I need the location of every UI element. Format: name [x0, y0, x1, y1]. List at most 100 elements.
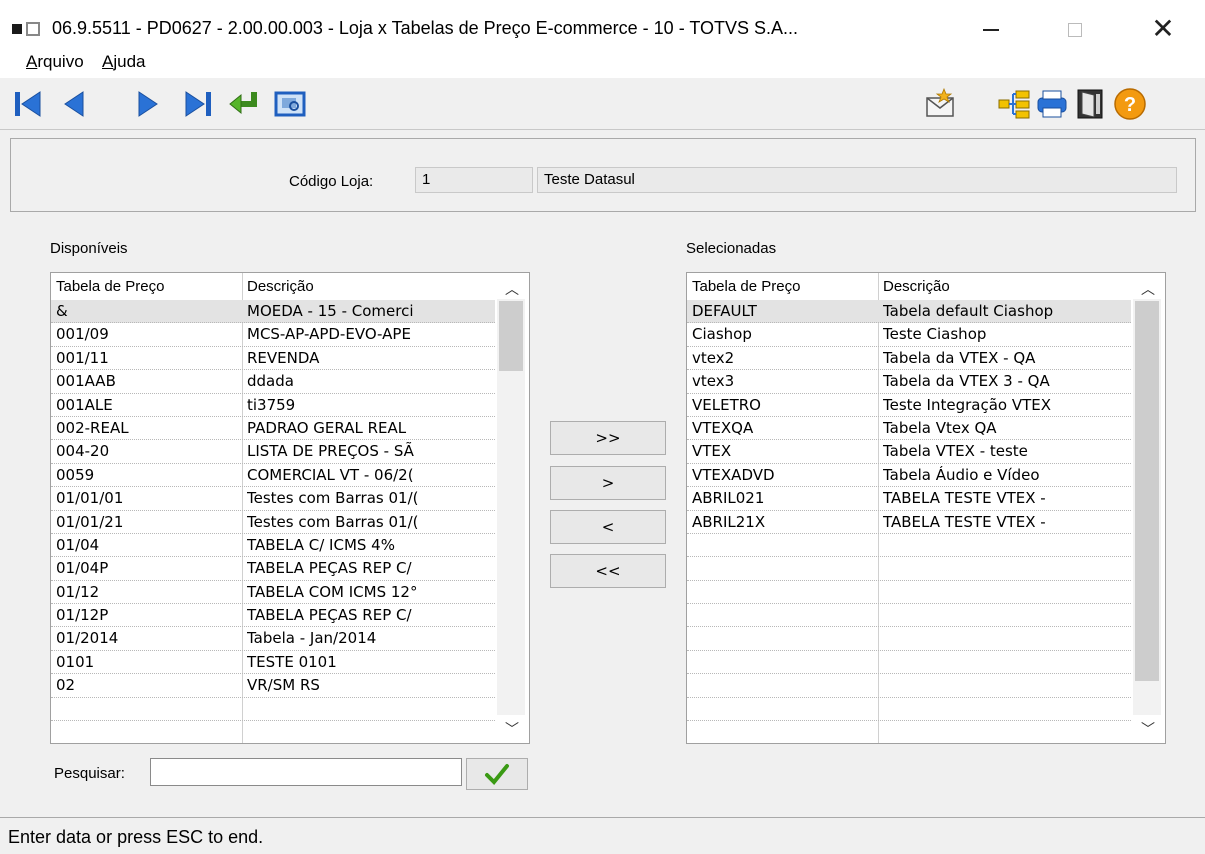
remove-all-button[interactable]: <<	[550, 554, 666, 588]
scroll-thumb[interactable]	[499, 301, 523, 371]
scroll-up-icon[interactable]: ︿	[1131, 277, 1165, 301]
cell-descricao: Tabela VTEX - teste	[883, 442, 1028, 461]
table-row[interactable]: 02 VR/SM RS	[51, 674, 529, 698]
selecionadas-grid[interactable]: Tabela de Preço Descrição DEFAULT Tabela …	[686, 272, 1166, 744]
maximize-button[interactable]	[1052, 10, 1098, 48]
table-row[interactable]: ABRIL21X TABELA TESTE VTEX -	[687, 511, 1165, 534]
col-descricao-header[interactable]: Descrição	[883, 278, 1133, 295]
add-button[interactable]: >	[550, 466, 666, 500]
table-row[interactable]: vtex3 Tabela da VTEX 3 - QA	[687, 370, 1165, 394]
table-row[interactable]: 01/01/21 Testes com Barras 01/(	[51, 511, 529, 534]
table-row[interactable]	[687, 581, 1165, 605]
table-row[interactable]: 001ALE ti3759	[51, 394, 529, 417]
disponiveis-header: Tabela de Preço Descrição	[51, 273, 529, 299]
loja-descricao-field: Teste Datasul	[537, 167, 1177, 193]
col-tabela-header[interactable]: Tabela de Preço	[56, 278, 164, 295]
selecionadas-scrollbar[interactable]: ︿ ﹀	[1131, 273, 1165, 743]
table-row[interactable]: VTEXADVD Tabela Áudio e Vídeo	[687, 464, 1165, 488]
confirm-search-button[interactable]	[466, 758, 528, 790]
menu-ajuda[interactable]: Ajuda	[102, 52, 145, 72]
table-row[interactable]: 0059 COMERCIAL VT - 06/2(	[51, 464, 529, 488]
table-row[interactable]	[687, 534, 1165, 558]
mail-icon[interactable]	[922, 86, 958, 122]
disponiveis-scrollbar[interactable]: ︿ ﹀	[495, 273, 529, 743]
last-record-icon[interactable]	[180, 86, 216, 122]
help-icon[interactable]: ?	[1112, 86, 1148, 122]
exit-door-icon[interactable]	[1072, 86, 1108, 122]
cell-tabela: ABRIL021	[692, 489, 765, 508]
selecionadas-rows: DEFAULT Tabela default Ciashop Ciashop Test…	[687, 300, 1165, 722]
cell-tabela: 0101	[56, 652, 95, 671]
cell-tabela: 004-20	[56, 442, 110, 461]
table-row[interactable]: DEFAULT Tabela default Ciashop	[687, 300, 1165, 324]
go-to-icon[interactable]	[226, 86, 262, 122]
cell-descricao: TABELA TESTE VTEX -	[883, 489, 1046, 508]
menu-arquivo-mnemonic: A	[26, 52, 38, 71]
table-row[interactable]	[687, 674, 1165, 698]
print-icon[interactable]	[1034, 86, 1070, 122]
cell-descricao: PADRAO GERAL REAL	[247, 418, 407, 437]
table-row[interactable]	[687, 698, 1165, 722]
col-tabela-header[interactable]: Tabela de Preço	[692, 278, 800, 295]
col-descricao-header[interactable]: Descrição	[247, 278, 497, 295]
table-row[interactable]	[687, 627, 1165, 651]
pesquisar-input[interactable]	[150, 758, 462, 786]
table-row[interactable]: 001/11 REVENDA	[51, 347, 529, 371]
scroll-up-icon[interactable]: ︿	[495, 277, 529, 301]
cell-tabela: VELETRO	[692, 395, 761, 414]
status-text: Enter data or press ESC to end.	[8, 827, 264, 847]
cell-descricao: TABELA COM ICMS 12°	[247, 582, 418, 601]
table-row[interactable]: 002-REAL PADRAO GERAL REAL	[51, 417, 529, 441]
close-button[interactable]: ✕	[1140, 10, 1186, 48]
table-row[interactable]: 01/04P TABELA PEÇAS REP C/	[51, 557, 529, 581]
cell-descricao: LISTA DE PREÇOS - SÃ	[247, 442, 414, 461]
menu-arquivo[interactable]: Arquivo	[26, 52, 84, 72]
table-row[interactable]: 01/12 TABELA COM ICMS 12°	[51, 581, 529, 605]
table-row[interactable]: 004-20 LISTA DE PREÇOS - SÃ	[51, 440, 529, 464]
table-row[interactable]: VELETRO Teste Integração VTEX	[687, 394, 1165, 417]
table-row[interactable]: Ciashop Teste Ciashop	[687, 323, 1165, 347]
cell-tabela: 01/12	[56, 582, 100, 601]
next-record-icon[interactable]	[130, 86, 166, 122]
table-row[interactable]: 01/2014 Tabela - Jan/2014	[51, 627, 529, 651]
add-all-button[interactable]: >>	[550, 421, 666, 455]
table-row[interactable]: 001/09 MCS-AP-APD-EVO-APE	[51, 323, 529, 347]
window-title: 06.9.5511 - PD0627 - 2.00.00.003 - Loja …	[52, 18, 799, 38]
table-row[interactable]: VTEXQA Tabela Vtex QA	[687, 417, 1165, 441]
cell-tabela: 001ALE	[56, 395, 113, 414]
cell-descricao: Tabela default Ciashop	[883, 302, 1054, 320]
cell-tabela: Ciashop	[692, 325, 752, 344]
scroll-thumb[interactable]	[1135, 301, 1159, 681]
cell-tabela: 01/2014	[56, 629, 119, 648]
table-row[interactable]	[687, 604, 1165, 628]
prev-record-icon[interactable]	[56, 86, 92, 122]
cell-descricao: Testes com Barras 01/(	[247, 489, 419, 508]
cell-tabela: DEFAULT	[692, 302, 757, 320]
disponiveis-grid[interactable]: Tabela de Preço Descrição & MOEDA - 15 - …	[50, 272, 530, 744]
first-record-icon[interactable]	[10, 86, 46, 122]
minimize-button[interactable]	[968, 10, 1014, 48]
remove-button[interactable]: <	[550, 510, 666, 544]
table-row[interactable]	[51, 698, 529, 722]
table-row[interactable]	[687, 651, 1165, 675]
table-row[interactable]: VTEX Tabela VTEX - teste	[687, 440, 1165, 464]
cell-descricao: TABELA PEÇAS REP C/	[247, 606, 412, 625]
table-row[interactable]: 001AAB ddada	[51, 370, 529, 394]
table-row[interactable]: 01/01/01 Testes com Barras 01/(	[51, 487, 529, 511]
selecionadas-label: Selecionadas	[686, 240, 777, 257]
table-row[interactable]	[687, 557, 1165, 581]
checkmark-icon	[485, 764, 509, 785]
cell-descricao: Tabela da VTEX 3 - QA	[883, 372, 1050, 391]
table-row[interactable]: 01/12P TABELA PEÇAS REP C/	[51, 604, 529, 628]
table-row[interactable]: & MOEDA - 15 - Comerci	[51, 300, 529, 324]
search-zoom-icon[interactable]	[272, 86, 308, 122]
scroll-down-icon[interactable]: ﹀	[1131, 717, 1165, 741]
tree-icon[interactable]	[996, 86, 1032, 122]
cell-tabela: &	[56, 302, 68, 320]
table-row[interactable]: 01/04 TABELA C/ ICMS 4%	[51, 534, 529, 558]
cell-descricao: TABELA C/ ICMS 4%	[247, 535, 395, 554]
table-row[interactable]: 0101 TESTE 0101	[51, 651, 529, 675]
scroll-down-icon[interactable]: ﹀	[495, 717, 529, 741]
table-row[interactable]: vtex2 Tabela da VTEX - QA	[687, 347, 1165, 371]
table-row[interactable]: ABRIL021 TABELA TESTE VTEX -	[687, 487, 1165, 511]
